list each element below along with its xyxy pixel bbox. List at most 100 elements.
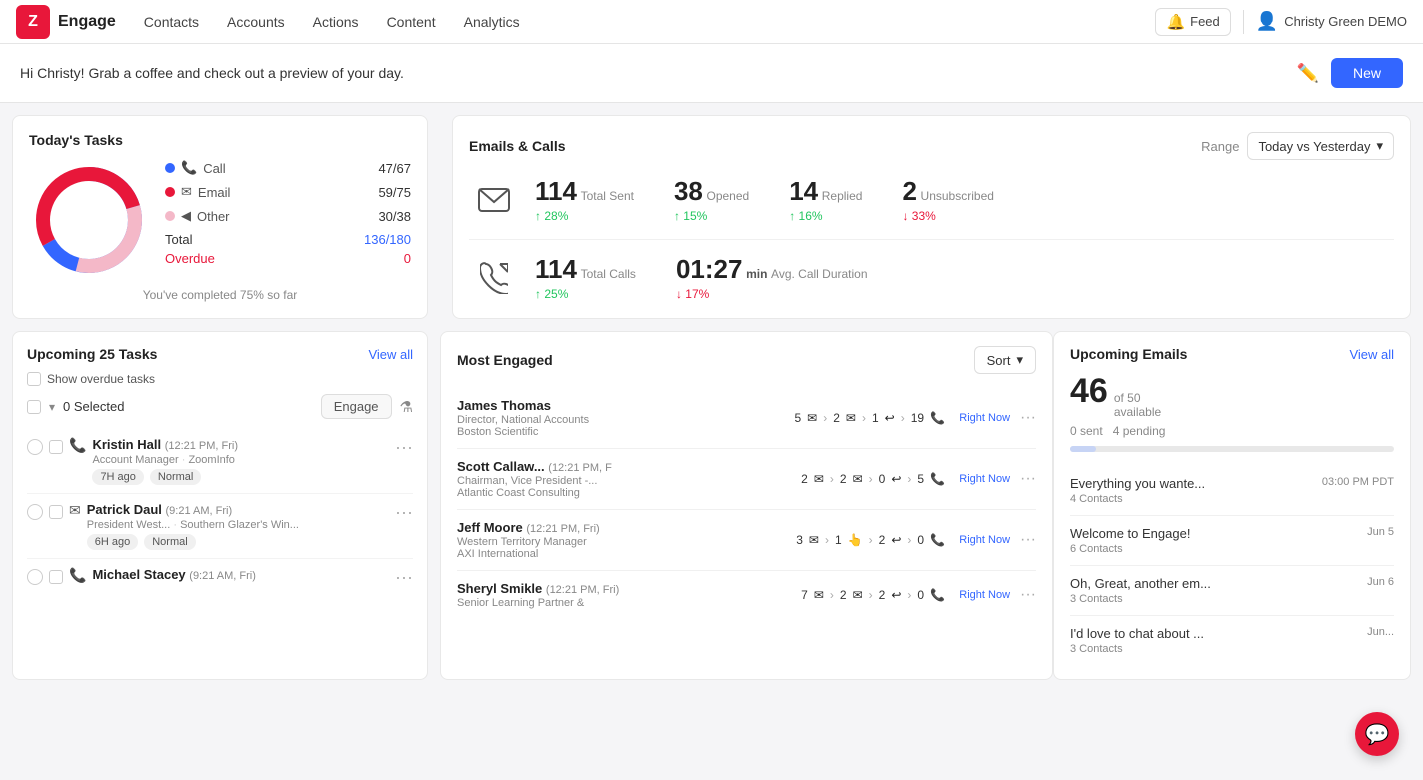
engaged-more-0[interactable]: ··· [1020, 409, 1036, 427]
feed-button[interactable]: 🔔 Feed [1155, 8, 1230, 36]
email-subject-3: I'd love to chat about ... [1070, 626, 1204, 641]
task-priority-0: Normal [150, 469, 201, 485]
task-complete-circle-0[interactable] [27, 439, 43, 455]
chevron-down-tasks-icon[interactable]: ▾ [49, 400, 55, 414]
task-time-1: (9:21 AM, Fri) [166, 505, 233, 517]
task-meta-1: President West... · Southern Glazer's Wi… [87, 519, 389, 531]
task-checkbox-2[interactable] [49, 570, 63, 584]
task-checkbox-0[interactable] [49, 440, 63, 454]
range-dropdown[interactable]: Today vs Yesterday ▾ [1247, 132, 1394, 160]
email-list-item-2[interactable]: Oh, Great, another em... 3 Contacts Jun … [1070, 566, 1394, 616]
engaged-item-3: Sheryl Smikle (12:21 PM, Fri) Senior Lea… [457, 571, 1036, 619]
task-name-0: Kristin Hall [92, 437, 161, 452]
task-info-2: Michael Stacey (9:21 AM, Fri) [92, 567, 389, 582]
task-info-0: Kristin Hall (12:21 PM, Fri) Account Man… [92, 437, 389, 485]
sort-button[interactable]: Sort ▾ [974, 346, 1036, 374]
task-more-0[interactable]: ··· [395, 437, 413, 458]
nav-link-accounts[interactable]: Accounts [227, 14, 285, 30]
email-list-item-1[interactable]: Welcome to Engage! 6 Contacts Jun 5 [1070, 516, 1394, 566]
nav-link-actions[interactable]: Actions [313, 14, 359, 30]
engaged-more-3[interactable]: ··· [1020, 586, 1036, 604]
engaged-name-2[interactable]: Jeff Moore [457, 520, 523, 535]
eng-replied-1: 0 [879, 472, 886, 486]
task-complete-circle-2[interactable] [27, 569, 43, 585]
total-calls-change: 25% [544, 287, 568, 301]
engaged-name-3[interactable]: Sheryl Smikle [457, 581, 542, 596]
engaged-name-0[interactable]: James Thomas [457, 398, 551, 413]
task-item-0: 📞 Kristin Hall (12:21 PM, Fri) Account M… [27, 429, 413, 494]
task-time-2: (9:21 AM, Fri) [189, 570, 256, 582]
task-more-1[interactable]: ··· [395, 502, 413, 523]
nav-link-content[interactable]: Content [387, 14, 436, 30]
total-calls-value: 114 [535, 254, 577, 284]
nav-link-analytics[interactable]: Analytics [464, 14, 520, 30]
overdue-checkbox[interactable] [27, 372, 41, 386]
view-all-emails[interactable]: View all [1349, 347, 1394, 362]
email-list-item-3[interactable]: I'd love to chat about ... 3 Contacts Ju… [1070, 616, 1394, 665]
bottom-row: Upcoming 25 Tasks View all Show overdue … [0, 331, 1423, 692]
most-engaged-section: Most Engaged Sort ▾ James Thomas Directo… [440, 331, 1053, 680]
task-name-2: Michael Stacey [92, 567, 185, 582]
engaged-company-0: Boston Scientific [457, 426, 784, 438]
top-nav: Z Engage Contacts Accounts Actions Conte… [0, 0, 1423, 44]
task-ago-1: 6H ago [87, 534, 138, 550]
task-checkbox-1[interactable] [49, 505, 63, 519]
eng-open-icon-0: ✉ [846, 411, 856, 425]
chat-fab[interactable]: 💬 [1355, 712, 1399, 756]
nav-link-contacts[interactable]: Contacts [144, 14, 199, 30]
task-more-2[interactable]: ··· [395, 567, 413, 588]
select-all-checkbox[interactable] [27, 400, 41, 414]
view-all-tasks[interactable]: View all [368, 347, 413, 362]
eng-calls-1: 5 [917, 472, 924, 486]
nav-brand: Engage [58, 13, 116, 31]
unsub-change: 33% [912, 209, 936, 223]
engaged-info-2: Jeff Moore (12:21 PM, Fri) Western Terri… [457, 520, 786, 560]
new-button[interactable]: New [1331, 58, 1403, 88]
emails-calls-card: Emails & Calls Range Today vs Yesterday … [452, 115, 1411, 319]
eng-phone-icon-1: 📞 [930, 472, 945, 486]
eng-calls-3: 0 [917, 588, 924, 602]
total-calls-stat: 114 Total Calls ↑ 25% [535, 254, 636, 301]
task-complete-circle-1[interactable] [27, 504, 43, 520]
unsub-value: 2 [902, 176, 916, 206]
unsubscribed-stat: 2 Unsubscribed ↓ 33% [902, 176, 993, 223]
opened-stat: 38 Opened ↑ 15% [674, 176, 749, 223]
opened-value: 38 [674, 176, 703, 206]
task-meta-0: Account Manager · ZoomInfo [92, 454, 389, 466]
legend-email: ✉ Email 59/75 [165, 184, 411, 200]
nav-right: 🔔 Feed 👤 Christy Green DEMO [1155, 8, 1407, 36]
engaged-name-1[interactable]: Scott Callaw... [457, 459, 545, 474]
email-list-item-0[interactable]: Everything you wante... 4 Contacts 03:00… [1070, 466, 1394, 516]
replied-label: Replied [822, 189, 863, 203]
email-contacts-1: 6 Contacts [1070, 543, 1190, 555]
show-overdue-label: Show overdue tasks [47, 372, 155, 386]
legend-call-label: Call [203, 161, 225, 176]
engaged-company-1: Atlantic Coast Consulting [457, 487, 791, 499]
total-calls-label: Total Calls [581, 267, 636, 281]
range-label: Range [1201, 139, 1239, 154]
eng-calls-2: 0 [917, 533, 924, 547]
engaged-more-1[interactable]: ··· [1020, 470, 1036, 488]
eng-replied-2: 2 [879, 533, 886, 547]
call-stats-row: 114 Total Calls ↑ 25% 01:27 min Avg. Cal… [469, 254, 1394, 301]
upcoming-tasks-section: Upcoming 25 Tasks View all Show overdue … [12, 331, 428, 680]
pencil-icon[interactable]: ✏️ [1297, 63, 1319, 84]
filter-icon[interactable]: ⚗ [400, 398, 413, 416]
engaged-when-0: Right Now [955, 412, 1010, 424]
show-overdue-row[interactable]: Show overdue tasks [27, 372, 413, 386]
legend-other: ◀ Other 30/38 [165, 208, 411, 224]
engaged-more-2[interactable]: ··· [1020, 531, 1036, 549]
user-icon: 👤 [1256, 11, 1278, 32]
avg-dur-label: min [746, 267, 767, 281]
total-sent-value: 114 [535, 176, 577, 206]
eng-open-icon-1: ✉ [853, 472, 863, 486]
engage-button[interactable]: Engage [321, 394, 392, 419]
engaged-company-2: AXI International [457, 548, 786, 560]
eng-sent-1: 2 [801, 472, 808, 486]
task-type-icon-1: ✉ [69, 502, 81, 519]
user-info[interactable]: 👤 Christy Green DEMO [1256, 11, 1407, 32]
eng-reply-icon-2: ↩ [891, 533, 901, 547]
engaged-when-1: Right Now [955, 473, 1010, 485]
total-value: 136/180 [364, 232, 411, 247]
eng-phone-icon-2: 📞 [930, 533, 945, 547]
